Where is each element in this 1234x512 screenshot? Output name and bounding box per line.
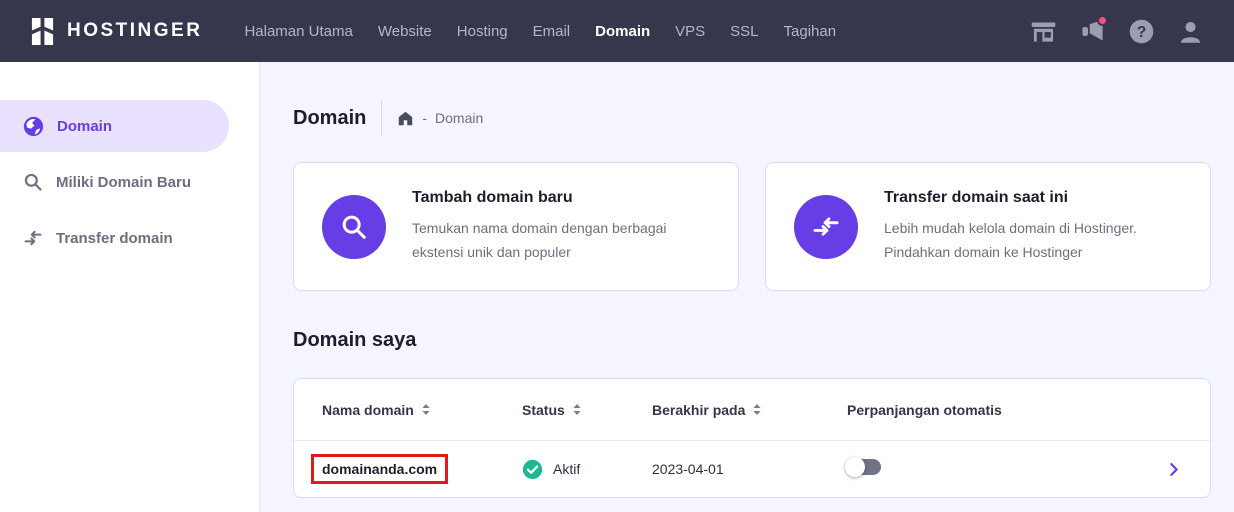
column-header-status[interactable]: Status bbox=[522, 402, 652, 418]
column-label: Perpanjangan otomatis bbox=[847, 402, 1002, 418]
sidebar: Domain Miliki Domain Baru Transfer domai… bbox=[0, 62, 260, 512]
column-label: Berakhir pada bbox=[652, 402, 745, 418]
nav-item-email[interactable]: Email bbox=[533, 23, 571, 40]
card-text: Tambah domain baru Temukan nama domain d… bbox=[412, 189, 710, 264]
top-navbar: HOSTINGER Halaman Utama Website Hosting … bbox=[0, 0, 1234, 62]
chevron-right-icon[interactable] bbox=[1165, 461, 1182, 478]
sort-icon bbox=[572, 403, 582, 416]
table-header-row: Nama domain Status Berakhir pada Perpanj… bbox=[294, 379, 1210, 440]
action-cards: Tambah domain baru Temukan nama domain d… bbox=[293, 162, 1211, 291]
help-button[interactable]: ? bbox=[1127, 17, 1155, 45]
nav-item-hosting[interactable]: Hosting bbox=[457, 23, 508, 40]
transfer-domain-card[interactable]: Transfer domain saat ini Lebih mudah kel… bbox=[765, 162, 1211, 291]
card-text: Transfer domain saat ini Lebih mudah kel… bbox=[884, 189, 1182, 264]
nav-item-vps[interactable]: VPS bbox=[675, 23, 705, 40]
sort-icon bbox=[752, 403, 762, 416]
column-header-berakhir-pada[interactable]: Berakhir pada bbox=[652, 402, 847, 418]
store-icon bbox=[1030, 18, 1057, 45]
main-navigation: Halaman Utama Website Hosting Email Doma… bbox=[244, 23, 836, 40]
sidebar-item-label: Transfer domain bbox=[56, 230, 173, 247]
brand-name: HOSTINGER bbox=[67, 20, 202, 42]
breadcrumb-separator: - bbox=[422, 110, 427, 126]
language-selector-button[interactable] bbox=[980, 17, 1008, 45]
nav-item-tagihan[interactable]: Tagihan bbox=[784, 23, 837, 40]
sidebar-item-domain[interactable]: Domain bbox=[0, 100, 229, 152]
auto-renew-cell bbox=[847, 459, 1152, 480]
breadcrumb: - Domain bbox=[397, 110, 483, 127]
check-circle-icon bbox=[522, 459, 543, 480]
hostinger-logo[interactable]: HOSTINGER bbox=[30, 17, 202, 46]
navbar-actions: ? bbox=[980, 17, 1204, 45]
domain-name-highlight-box[interactable]: domainanda.com bbox=[311, 454, 448, 484]
toggle-knob bbox=[845, 457, 865, 477]
add-domain-card[interactable]: Tambah domain baru Temukan nama domain d… bbox=[293, 162, 739, 291]
status-cell: Aktif bbox=[522, 459, 652, 480]
transfer-icon bbox=[794, 195, 858, 259]
nav-item-website[interactable]: Website bbox=[378, 23, 432, 40]
announcements-button[interactable] bbox=[1078, 17, 1106, 45]
page-header: Domain - Domain bbox=[293, 100, 1211, 136]
row-chevron-cell bbox=[1152, 461, 1182, 478]
question-mark-icon: ? bbox=[1128, 18, 1155, 45]
transfer-icon bbox=[23, 228, 43, 248]
sidebar-item-label: Domain bbox=[57, 118, 112, 135]
status-badge: Aktif bbox=[553, 461, 580, 477]
card-description: Lebih mudah kelola domain di Hostinger. … bbox=[884, 216, 1182, 264]
breadcrumb-current: Domain bbox=[435, 110, 483, 126]
home-icon[interactable] bbox=[397, 110, 414, 127]
domains-table: Nama domain Status Berakhir pada Perpanj… bbox=[293, 378, 1211, 498]
search-icon bbox=[322, 195, 386, 259]
store-button[interactable] bbox=[1029, 17, 1057, 45]
search-icon bbox=[23, 172, 43, 192]
card-description: Temukan nama domain dengan berbagai ekst… bbox=[412, 216, 710, 264]
column-header-perpanjangan-otomatis: Perpanjangan otomatis bbox=[847, 402, 1152, 418]
header-divider bbox=[381, 100, 382, 136]
hostinger-logo-icon bbox=[30, 17, 55, 46]
card-title: Tambah domain baru bbox=[412, 189, 710, 207]
card-title: Transfer domain saat ini bbox=[884, 189, 1182, 207]
domain-name-cell: domainanda.com bbox=[322, 454, 522, 484]
expiry-date: 2023-04-01 bbox=[652, 461, 847, 477]
sidebar-item-label: Miliki Domain Baru bbox=[56, 174, 191, 191]
page-title: Domain bbox=[293, 107, 366, 130]
sort-icon bbox=[421, 403, 431, 416]
column-label: Nama domain bbox=[322, 402, 414, 418]
sidebar-item-miliki-domain-baru[interactable]: Miliki Domain Baru bbox=[0, 156, 229, 208]
column-header-nama-domain[interactable]: Nama domain bbox=[322, 402, 522, 418]
account-button[interactable] bbox=[1176, 17, 1204, 45]
notification-badge bbox=[1097, 15, 1108, 26]
sidebar-item-transfer-domain[interactable]: Transfer domain bbox=[0, 212, 229, 264]
main-content: Domain - Domain bbox=[260, 62, 1234, 512]
domain-table-row[interactable]: domainanda.com Aktif 2023-04-01 bbox=[294, 440, 1210, 497]
indonesia-flag-icon bbox=[980, 20, 1008, 42]
section-title-domain-saya: Domain saya bbox=[293, 329, 1211, 352]
nav-item-ssl[interactable]: SSL bbox=[730, 23, 758, 40]
globe-icon bbox=[23, 116, 44, 137]
column-label: Status bbox=[522, 402, 565, 418]
svg-text:?: ? bbox=[1136, 24, 1146, 41]
person-icon bbox=[1177, 18, 1204, 45]
nav-item-halaman-utama[interactable]: Halaman Utama bbox=[244, 23, 352, 40]
auto-renew-toggle[interactable] bbox=[847, 459, 881, 475]
nav-item-domain[interactable]: Domain bbox=[595, 23, 650, 40]
